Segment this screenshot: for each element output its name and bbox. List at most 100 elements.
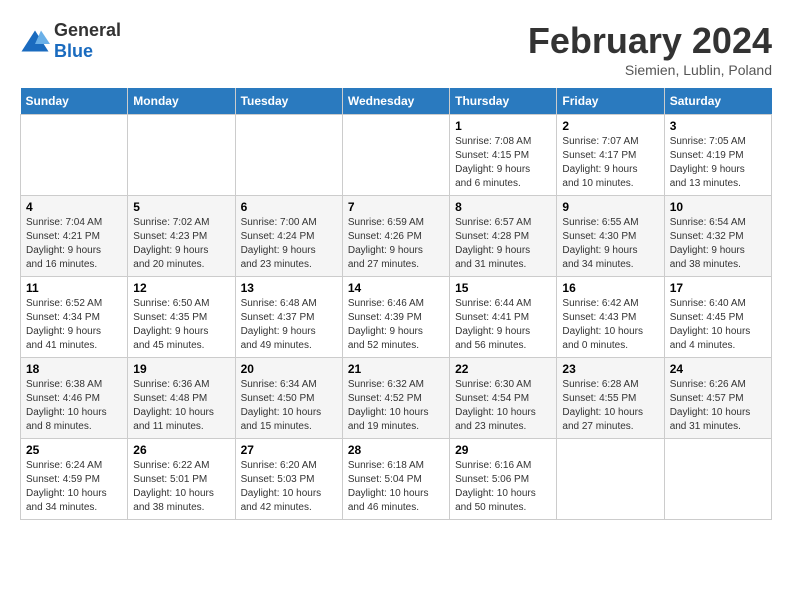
calendar-cell: 27 Sunrise: 6:20 AM Sunset: 5:03 PM Dayli… [235,439,342,520]
calendar-cell [128,115,235,196]
day-info: Sunrise: 7:05 AM Sunset: 4:19 PM Dayligh… [670,135,766,191]
day-info: Sunrise: 6:50 AM Sunset: 4:35 PM Dayligh… [133,297,229,353]
day-info: Sunrise: 6:44 AM Sunset: 4:41 PM Dayligh… [455,297,551,353]
day-number: 4 [26,200,122,214]
calendar-cell: 23 Sunrise: 6:28 AM Sunset: 4:55 PM Dayli… [557,358,664,439]
calendar-cell: 21 Sunrise: 6:32 AM Sunset: 4:52 PM Dayli… [342,358,449,439]
day-number: 3 [670,119,766,133]
calendar-cell [557,439,664,520]
calendar-week-row: 4 Sunrise: 7:04 AM Sunset: 4:21 PM Daylig… [21,196,772,277]
day-info: Sunrise: 6:16 AM Sunset: 5:06 PM Dayligh… [455,459,551,515]
day-info: Sunrise: 6:26 AM Sunset: 4:57 PM Dayligh… [670,378,766,434]
calendar-cell: 1 Sunrise: 7:08 AM Sunset: 4:15 PM Daylig… [450,115,557,196]
day-info: Sunrise: 6:54 AM Sunset: 4:32 PM Dayligh… [670,216,766,272]
day-number: 17 [670,281,766,295]
calendar-cell: 14 Sunrise: 6:46 AM Sunset: 4:39 PM Dayli… [342,277,449,358]
day-info: Sunrise: 6:30 AM Sunset: 4:54 PM Dayligh… [455,378,551,434]
day-number: 22 [455,362,551,376]
calendar-week-row: 18Sunrise: 6:38 AM Sunset: 4:46 PM Dayli… [21,358,772,439]
day-number: 27 [241,443,337,457]
weekday-header-row: SundayMondayTuesdayWednesdayThursdayFrid… [21,88,772,115]
day-number: 1 [455,119,551,133]
calendar-cell: 20 Sunrise: 6:34 AM Sunset: 4:50 PM Dayli… [235,358,342,439]
calendar-cell: 3 Sunrise: 7:05 AM Sunset: 4:19 PM Daylig… [664,115,771,196]
calendar-cell: 29Sunrise: 6:16 AM Sunset: 5:06 PM Dayli… [450,439,557,520]
weekday-header-saturday: Saturday [664,88,771,115]
day-number: 23 [562,362,658,376]
weekday-header-sunday: Sunday [21,88,128,115]
calendar-cell: 8 Sunrise: 6:57 AM Sunset: 4:28 PM Daylig… [450,196,557,277]
day-info: Sunrise: 6:46 AM Sunset: 4:39 PM Dayligh… [348,297,444,353]
day-number: 8 [455,200,551,214]
calendar-cell: 10Sunrise: 6:54 AM Sunset: 4:32 PM Dayli… [664,196,771,277]
day-info: Sunrise: 6:32 AM Sunset: 4:52 PM Dayligh… [348,378,444,434]
day-number: 13 [241,281,337,295]
day-number: 12 [133,281,229,295]
calendar-cell: 16 Sunrise: 6:42 AM Sunset: 4:43 PM Dayli… [557,277,664,358]
title-area: February 2024 Siemien, Lublin, Poland [528,20,772,78]
weekday-header-wednesday: Wednesday [342,88,449,115]
weekday-header-thursday: Thursday [450,88,557,115]
day-number: 26 [133,443,229,457]
day-info: Sunrise: 6:28 AM Sunset: 4:55 PM Dayligh… [562,378,658,434]
calendar-cell: 28Sunrise: 6:18 AM Sunset: 5:04 PM Dayli… [342,439,449,520]
day-info: Sunrise: 7:07 AM Sunset: 4:17 PM Dayligh… [562,135,658,191]
day-info: Sunrise: 6:38 AM Sunset: 4:46 PM Dayligh… [26,378,122,434]
calendar-cell [342,115,449,196]
day-info: Sunrise: 6:20 AM Sunset: 5:03 PM Dayligh… [241,459,337,515]
calendar-week-row: 25 Sunrise: 6:24 AM Sunset: 4:59 PM Dayli… [21,439,772,520]
logo-blue-text: Blue [54,41,93,61]
calendar-cell: 5Sunrise: 7:02 AM Sunset: 4:23 PM Daylig… [128,196,235,277]
day-info: Sunrise: 6:34 AM Sunset: 4:50 PM Dayligh… [241,378,337,434]
day-info: Sunrise: 6:57 AM Sunset: 4:28 PM Dayligh… [455,216,551,272]
day-info: Sunrise: 6:22 AM Sunset: 5:01 PM Dayligh… [133,459,229,515]
calendar-cell [664,439,771,520]
calendar-week-row: 11Sunrise: 6:52 AM Sunset: 4:34 PM Dayli… [21,277,772,358]
calendar-cell: 24 Sunrise: 6:26 AM Sunset: 4:57 PM Dayli… [664,358,771,439]
calendar-cell: 19 Sunrise: 6:36 AM Sunset: 4:48 PM Dayli… [128,358,235,439]
calendar-cell: 4 Sunrise: 7:04 AM Sunset: 4:21 PM Daylig… [21,196,128,277]
day-number: 24 [670,362,766,376]
calendar-cell [235,115,342,196]
day-info: Sunrise: 7:08 AM Sunset: 4:15 PM Dayligh… [455,135,551,191]
calendar-cell: 22 Sunrise: 6:30 AM Sunset: 4:54 PM Dayli… [450,358,557,439]
calendar-cell: 25 Sunrise: 6:24 AM Sunset: 4:59 PM Dayli… [21,439,128,520]
calendar-cell: 17 Sunrise: 6:40 AM Sunset: 4:45 PM Dayli… [664,277,771,358]
day-number: 19 [133,362,229,376]
logo-icon [20,29,50,53]
day-info: Sunrise: 7:04 AM Sunset: 4:21 PM Dayligh… [26,216,122,272]
day-info: Sunrise: 6:18 AM Sunset: 5:04 PM Dayligh… [348,459,444,515]
day-number: 7 [348,200,444,214]
day-number: 14 [348,281,444,295]
calendar-week-row: 1 Sunrise: 7:08 AM Sunset: 4:15 PM Daylig… [21,115,772,196]
calendar-cell: 12 Sunrise: 6:50 AM Sunset: 4:35 PM Dayli… [128,277,235,358]
day-number: 6 [241,200,337,214]
logo: General Blue [20,20,121,62]
calendar-cell: 6 Sunrise: 7:00 AM Sunset: 4:24 PM Daylig… [235,196,342,277]
day-number: 9 [562,200,658,214]
logo-general-text: General [54,20,121,40]
calendar-cell: 15Sunrise: 6:44 AM Sunset: 4:41 PM Dayli… [450,277,557,358]
day-info: Sunrise: 6:42 AM Sunset: 4:43 PM Dayligh… [562,297,658,353]
day-info: Sunrise: 6:40 AM Sunset: 4:45 PM Dayligh… [670,297,766,353]
weekday-header-tuesday: Tuesday [235,88,342,115]
calendar-subtitle: Siemien, Lublin, Poland [528,62,772,78]
calendar-table: SundayMondayTuesdayWednesdayThursdayFrid… [20,88,772,520]
calendar-cell: 9 Sunrise: 6:55 AM Sunset: 4:30 PM Daylig… [557,196,664,277]
day-number: 16 [562,281,658,295]
day-info: Sunrise: 6:55 AM Sunset: 4:30 PM Dayligh… [562,216,658,272]
calendar-cell [21,115,128,196]
day-number: 11 [26,281,122,295]
day-info: Sunrise: 6:24 AM Sunset: 4:59 PM Dayligh… [26,459,122,515]
calendar-cell: 26 Sunrise: 6:22 AM Sunset: 5:01 PM Dayli… [128,439,235,520]
header: General Blue February 2024 Siemien, Lubl… [20,20,772,78]
weekday-header-friday: Friday [557,88,664,115]
calendar-cell: 13Sunrise: 6:48 AM Sunset: 4:37 PM Dayli… [235,277,342,358]
day-number: 25 [26,443,122,457]
day-info: Sunrise: 7:00 AM Sunset: 4:24 PM Dayligh… [241,216,337,272]
calendar-cell: 2Sunrise: 7:07 AM Sunset: 4:17 PM Daylig… [557,115,664,196]
day-info: Sunrise: 6:36 AM Sunset: 4:48 PM Dayligh… [133,378,229,434]
day-number: 20 [241,362,337,376]
day-number: 21 [348,362,444,376]
calendar-title: February 2024 [528,20,772,62]
